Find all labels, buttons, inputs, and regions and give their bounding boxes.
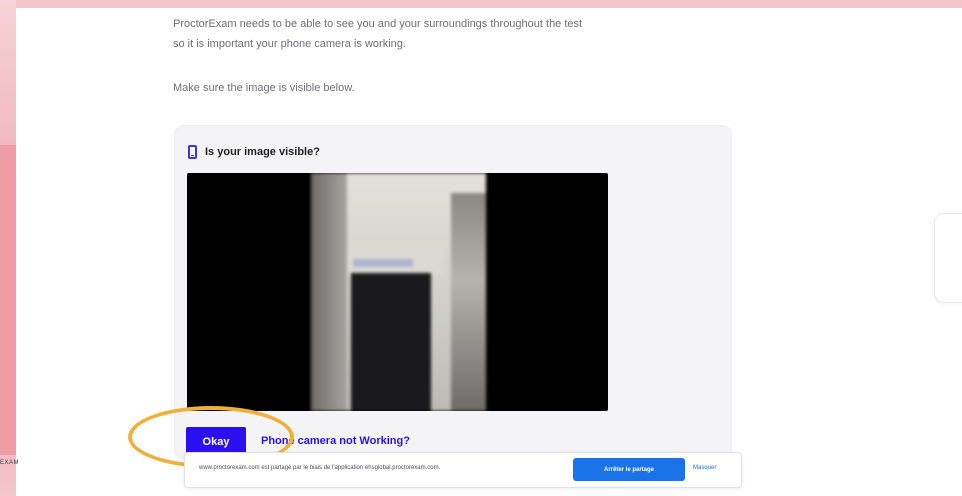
phone-camera-not-working-link[interactable]: Phone camera not Working? — [261, 435, 410, 447]
instruction-text: Make sure the image is visible below. — [173, 82, 355, 94]
camera-feed-image — [311, 173, 486, 411]
feed-door-sign — [353, 259, 413, 267]
card-title: Is your image visible? — [205, 146, 320, 158]
phone-icon — [188, 145, 197, 159]
card-header: Is your image visible? — [188, 145, 320, 159]
screen-share-bar: www.proctorexam.com est partagé par le b… — [184, 452, 742, 488]
decorative-left-block — [0, 145, 16, 455]
side-help-widget[interactable] — [934, 213, 962, 303]
intro-text: ProctorExam needs to be able to see you … — [173, 14, 753, 54]
main-page: ProctorExam needs to be able to see you … — [16, 8, 962, 496]
camera-preview — [187, 173, 608, 411]
feed-doorway — [351, 273, 431, 411]
hide-share-bar-link[interactable]: Masquer — [693, 465, 716, 471]
feed-wall-right — [451, 193, 486, 411]
camera-check-card: Is your image visible? Okay Phone camera… — [174, 125, 732, 459]
decorative-top-strip — [0, 0, 962, 8]
feed-wall-shadow — [311, 173, 347, 411]
intro-line-1: ProctorExam needs to be able to see you … — [173, 18, 583, 30]
footer-logo: EXAM — [0, 460, 20, 466]
share-message: www.proctorexam.com est partagé par le b… — [199, 465, 441, 471]
intro-line-2: so it is important your phone camera is … — [173, 38, 406, 50]
stop-sharing-button[interactable]: Arrêter le partage — [573, 458, 685, 481]
